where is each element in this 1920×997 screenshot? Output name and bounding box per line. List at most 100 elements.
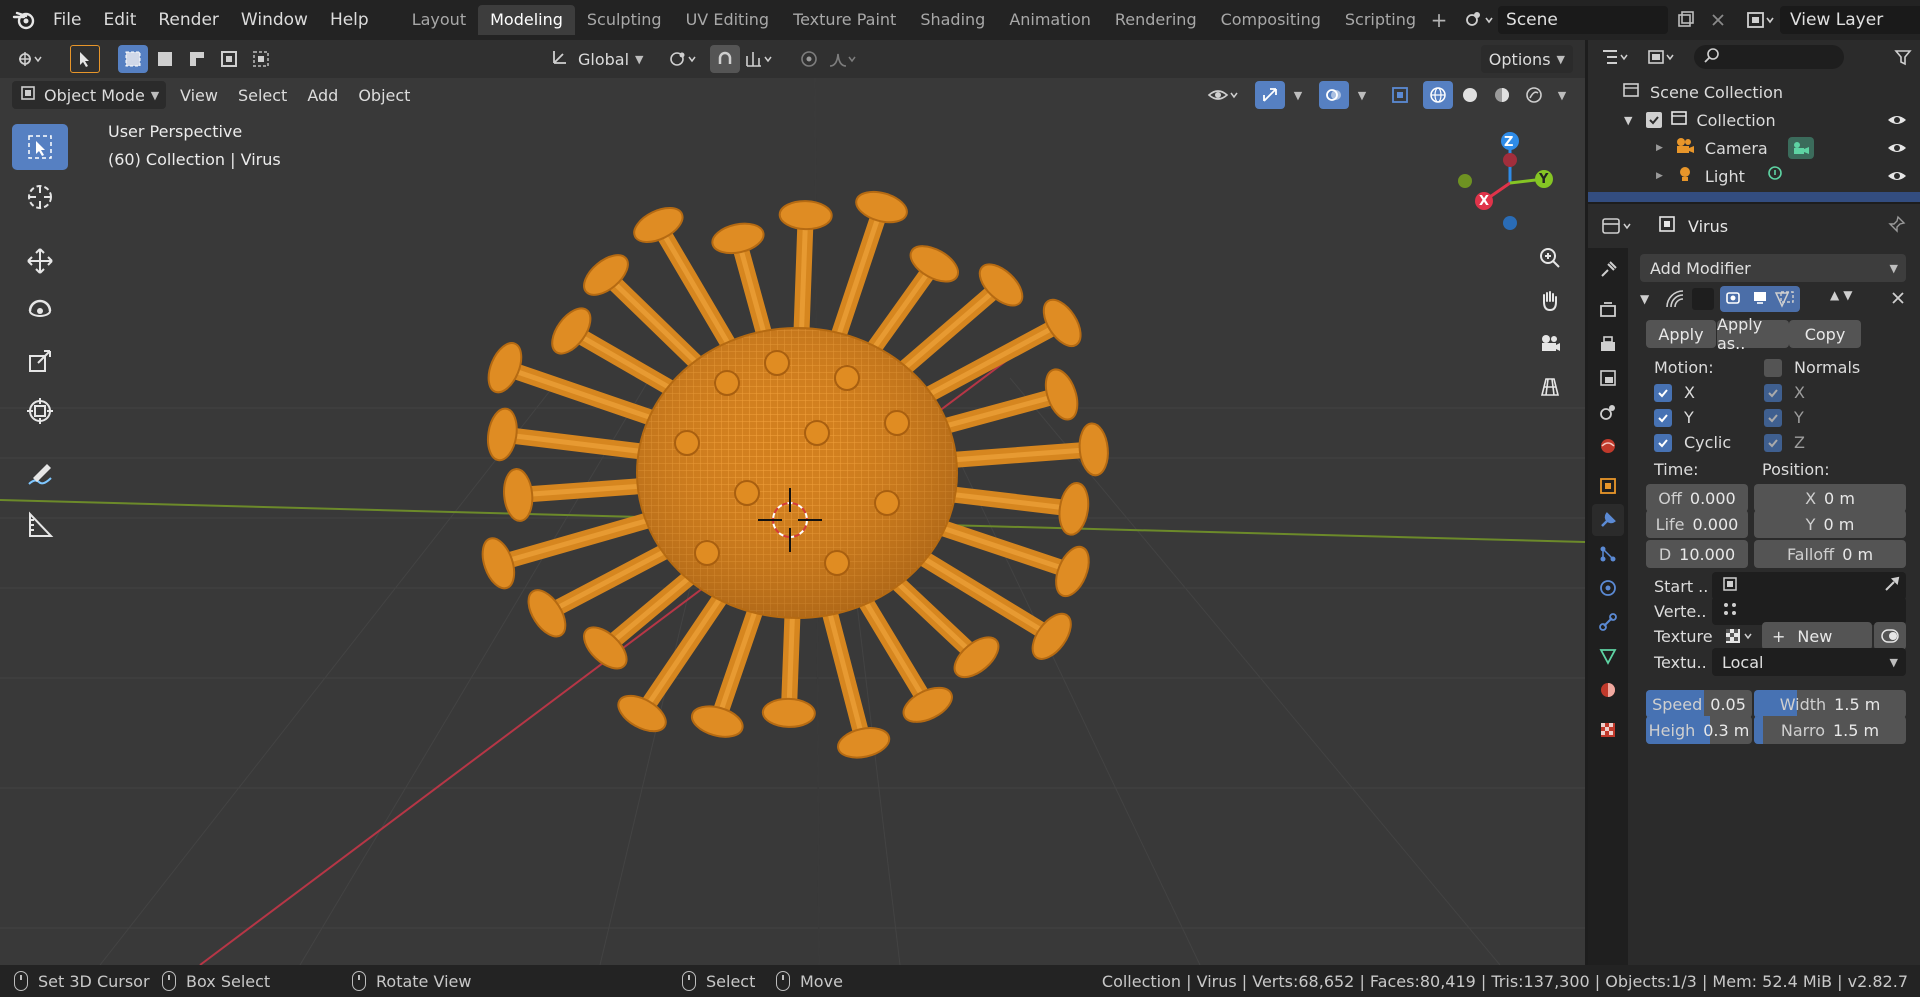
- tab-uv-editing[interactable]: UV Editing: [674, 5, 781, 35]
- menu-object[interactable]: Object: [348, 81, 420, 109]
- display-mode-icon[interactable]: [1642, 43, 1682, 71]
- menu-edit[interactable]: Edit: [92, 5, 147, 35]
- speed-slider[interactable]: Speed 0.05: [1646, 690, 1752, 718]
- light-data-icon[interactable]: [1766, 165, 1784, 187]
- modifier-name-field[interactable]: [1692, 288, 1714, 310]
- new-scene-icon[interactable]: [1672, 6, 1700, 34]
- snap-target-icon[interactable]: [740, 45, 780, 73]
- annotate-tool-icon[interactable]: [12, 452, 68, 498]
- chevron-down-icon[interactable]: ▼: [1551, 81, 1573, 109]
- view-layer-name-field[interactable]: View Layer: [1780, 6, 1920, 34]
- filter-icon[interactable]: [1888, 43, 1918, 71]
- select-invert-icon[interactable]: [214, 45, 244, 73]
- outliner-row-light[interactable]: ▶ Light: [1588, 162, 1920, 190]
- tab-layout[interactable]: Layout: [400, 5, 478, 35]
- outliner-editor-icon[interactable]: [1596, 43, 1636, 71]
- menu-select[interactable]: Select: [228, 81, 297, 109]
- time-offset-field[interactable]: Off 0.000: [1646, 484, 1748, 512]
- move-tool-icon[interactable]: [12, 238, 68, 284]
- cursor-tool-icon[interactable]: [12, 174, 68, 220]
- pin-icon[interactable]: [1888, 215, 1906, 237]
- move-down-icon[interactable]: ▼: [1843, 288, 1852, 310]
- chevron-down-icon[interactable]: ▼: [1351, 81, 1373, 109]
- start-position-object-field[interactable]: [1712, 572, 1906, 600]
- add-modifier-dropdown[interactable]: Add Modifier ▼: [1640, 254, 1906, 282]
- eyedropper-icon[interactable]: [1884, 576, 1900, 596]
- editor-type-icon[interactable]: [10, 45, 50, 73]
- normals-checkbox[interactable]: [1764, 359, 1782, 377]
- apply-button[interactable]: Apply: [1646, 320, 1716, 348]
- gizmo-toggle-icon[interactable]: [1255, 81, 1285, 109]
- view-layer-icon[interactable]: [1742, 6, 1780, 34]
- select-box-tool-icon[interactable]: [12, 124, 68, 170]
- tab-animation[interactable]: Animation: [997, 5, 1103, 35]
- move-up-icon[interactable]: ▲: [1830, 288, 1839, 310]
- menu-add[interactable]: Add: [297, 81, 348, 109]
- proportional-falloff-icon[interactable]: [824, 45, 864, 73]
- menu-window[interactable]: Window: [230, 5, 319, 35]
- scale-tool-icon[interactable]: [12, 338, 68, 384]
- height-slider[interactable]: Heigh 0.3 m: [1646, 716, 1752, 744]
- tab-texture-paint[interactable]: Texture Paint: [781, 5, 908, 35]
- tab-compositing[interactable]: Compositing: [1209, 5, 1333, 35]
- material-properties-icon[interactable]: [1592, 674, 1624, 706]
- normals-y-checkbox[interactable]: [1764, 409, 1782, 427]
- eye-icon[interactable]: [1886, 137, 1908, 159]
- collection-checkbox[interactable]: [1646, 112, 1663, 128]
- width-slider[interactable]: Width 1.5 m: [1754, 690, 1906, 718]
- view-layer-properties-icon[interactable]: [1592, 362, 1624, 394]
- select-extend-icon[interactable]: [150, 45, 180, 73]
- scene-name-field[interactable]: Scene: [1498, 6, 1669, 34]
- texture-browse-icon[interactable]: [1724, 622, 1760, 650]
- expand-arrow-icon[interactable]: ▶: [1656, 143, 1663, 153]
- eye-icon[interactable]: [1886, 109, 1908, 131]
- camera-data-icon[interactable]: [1788, 137, 1814, 159]
- menu-view[interactable]: View: [170, 81, 228, 109]
- vertex-group-field[interactable]: [1712, 597, 1906, 625]
- 3d-viewport[interactable]: User Perspective (60) Collection | Virus…: [0, 78, 1585, 965]
- measure-tool-icon[interactable]: [12, 502, 68, 548]
- cyclic-checkbox[interactable]: [1654, 434, 1672, 452]
- menu-file[interactable]: File: [42, 5, 92, 35]
- tab-shading[interactable]: Shading: [908, 5, 997, 35]
- outliner-search-input[interactable]: [1694, 45, 1844, 69]
- copy-button[interactable]: Copy: [1789, 320, 1861, 348]
- outliner-row-camera[interactable]: ▶ Camera: [1588, 134, 1920, 162]
- select-subtract-icon[interactable]: [182, 45, 212, 73]
- visibility-eye-icon[interactable]: [1203, 81, 1245, 109]
- active-tool-select-icon[interactable]: [70, 45, 100, 73]
- material-shading-icon[interactable]: [1487, 81, 1517, 109]
- menu-render[interactable]: Render: [147, 5, 230, 35]
- collapse-arrow-icon[interactable]: ▼: [1640, 292, 1649, 306]
- constraint-properties-icon[interactable]: [1592, 606, 1624, 638]
- transform-tool-icon[interactable]: [12, 388, 68, 434]
- remove-modifier-icon[interactable]: [1890, 290, 1906, 310]
- overlays-toggle-icon[interactable]: [1319, 81, 1349, 109]
- texture-coordinates-dropdown[interactable]: Local ▼: [1712, 648, 1906, 676]
- add-workspace-icon[interactable]: +: [1428, 8, 1450, 32]
- delete-scene-icon[interactable]: [1704, 6, 1732, 34]
- editmode-toggle-icon[interactable]: [1725, 289, 1741, 309]
- motion-y-checkbox[interactable]: [1654, 409, 1672, 427]
- new-texture-button[interactable]: + New: [1762, 622, 1872, 650]
- object-properties-icon[interactable]: [1592, 470, 1624, 502]
- rendered-shading-icon[interactable]: [1519, 81, 1549, 109]
- output-properties-icon[interactable]: [1592, 328, 1624, 360]
- snap-icon[interactable]: [709, 45, 740, 73]
- falloff-field[interactable]: Falloff 0 m: [1754, 540, 1906, 568]
- render-properties-icon[interactable]: [1592, 294, 1624, 326]
- realtime-toggle-icon[interactable]: [1752, 289, 1768, 309]
- particle-properties-icon[interactable]: [1592, 538, 1624, 570]
- rotate-tool-icon[interactable]: [12, 288, 68, 334]
- transform-orientation-dropdown[interactable]: Global ▼: [544, 45, 652, 73]
- scene-properties-icon[interactable]: [1592, 396, 1624, 428]
- tool-properties-icon[interactable]: [1592, 254, 1624, 286]
- pan-hand-icon[interactable]: [1530, 281, 1570, 321]
- modifier-properties-icon[interactable]: [1592, 504, 1624, 536]
- camera-view-icon[interactable]: [1530, 324, 1570, 364]
- time-life-field[interactable]: Life 0.000: [1646, 510, 1748, 538]
- blender-logo-icon[interactable]: [12, 5, 36, 35]
- properties-editor-icon[interactable]: [1596, 212, 1640, 240]
- tab-sculpting[interactable]: Sculpting: [575, 5, 674, 35]
- normals-x-checkbox[interactable]: [1764, 384, 1782, 402]
